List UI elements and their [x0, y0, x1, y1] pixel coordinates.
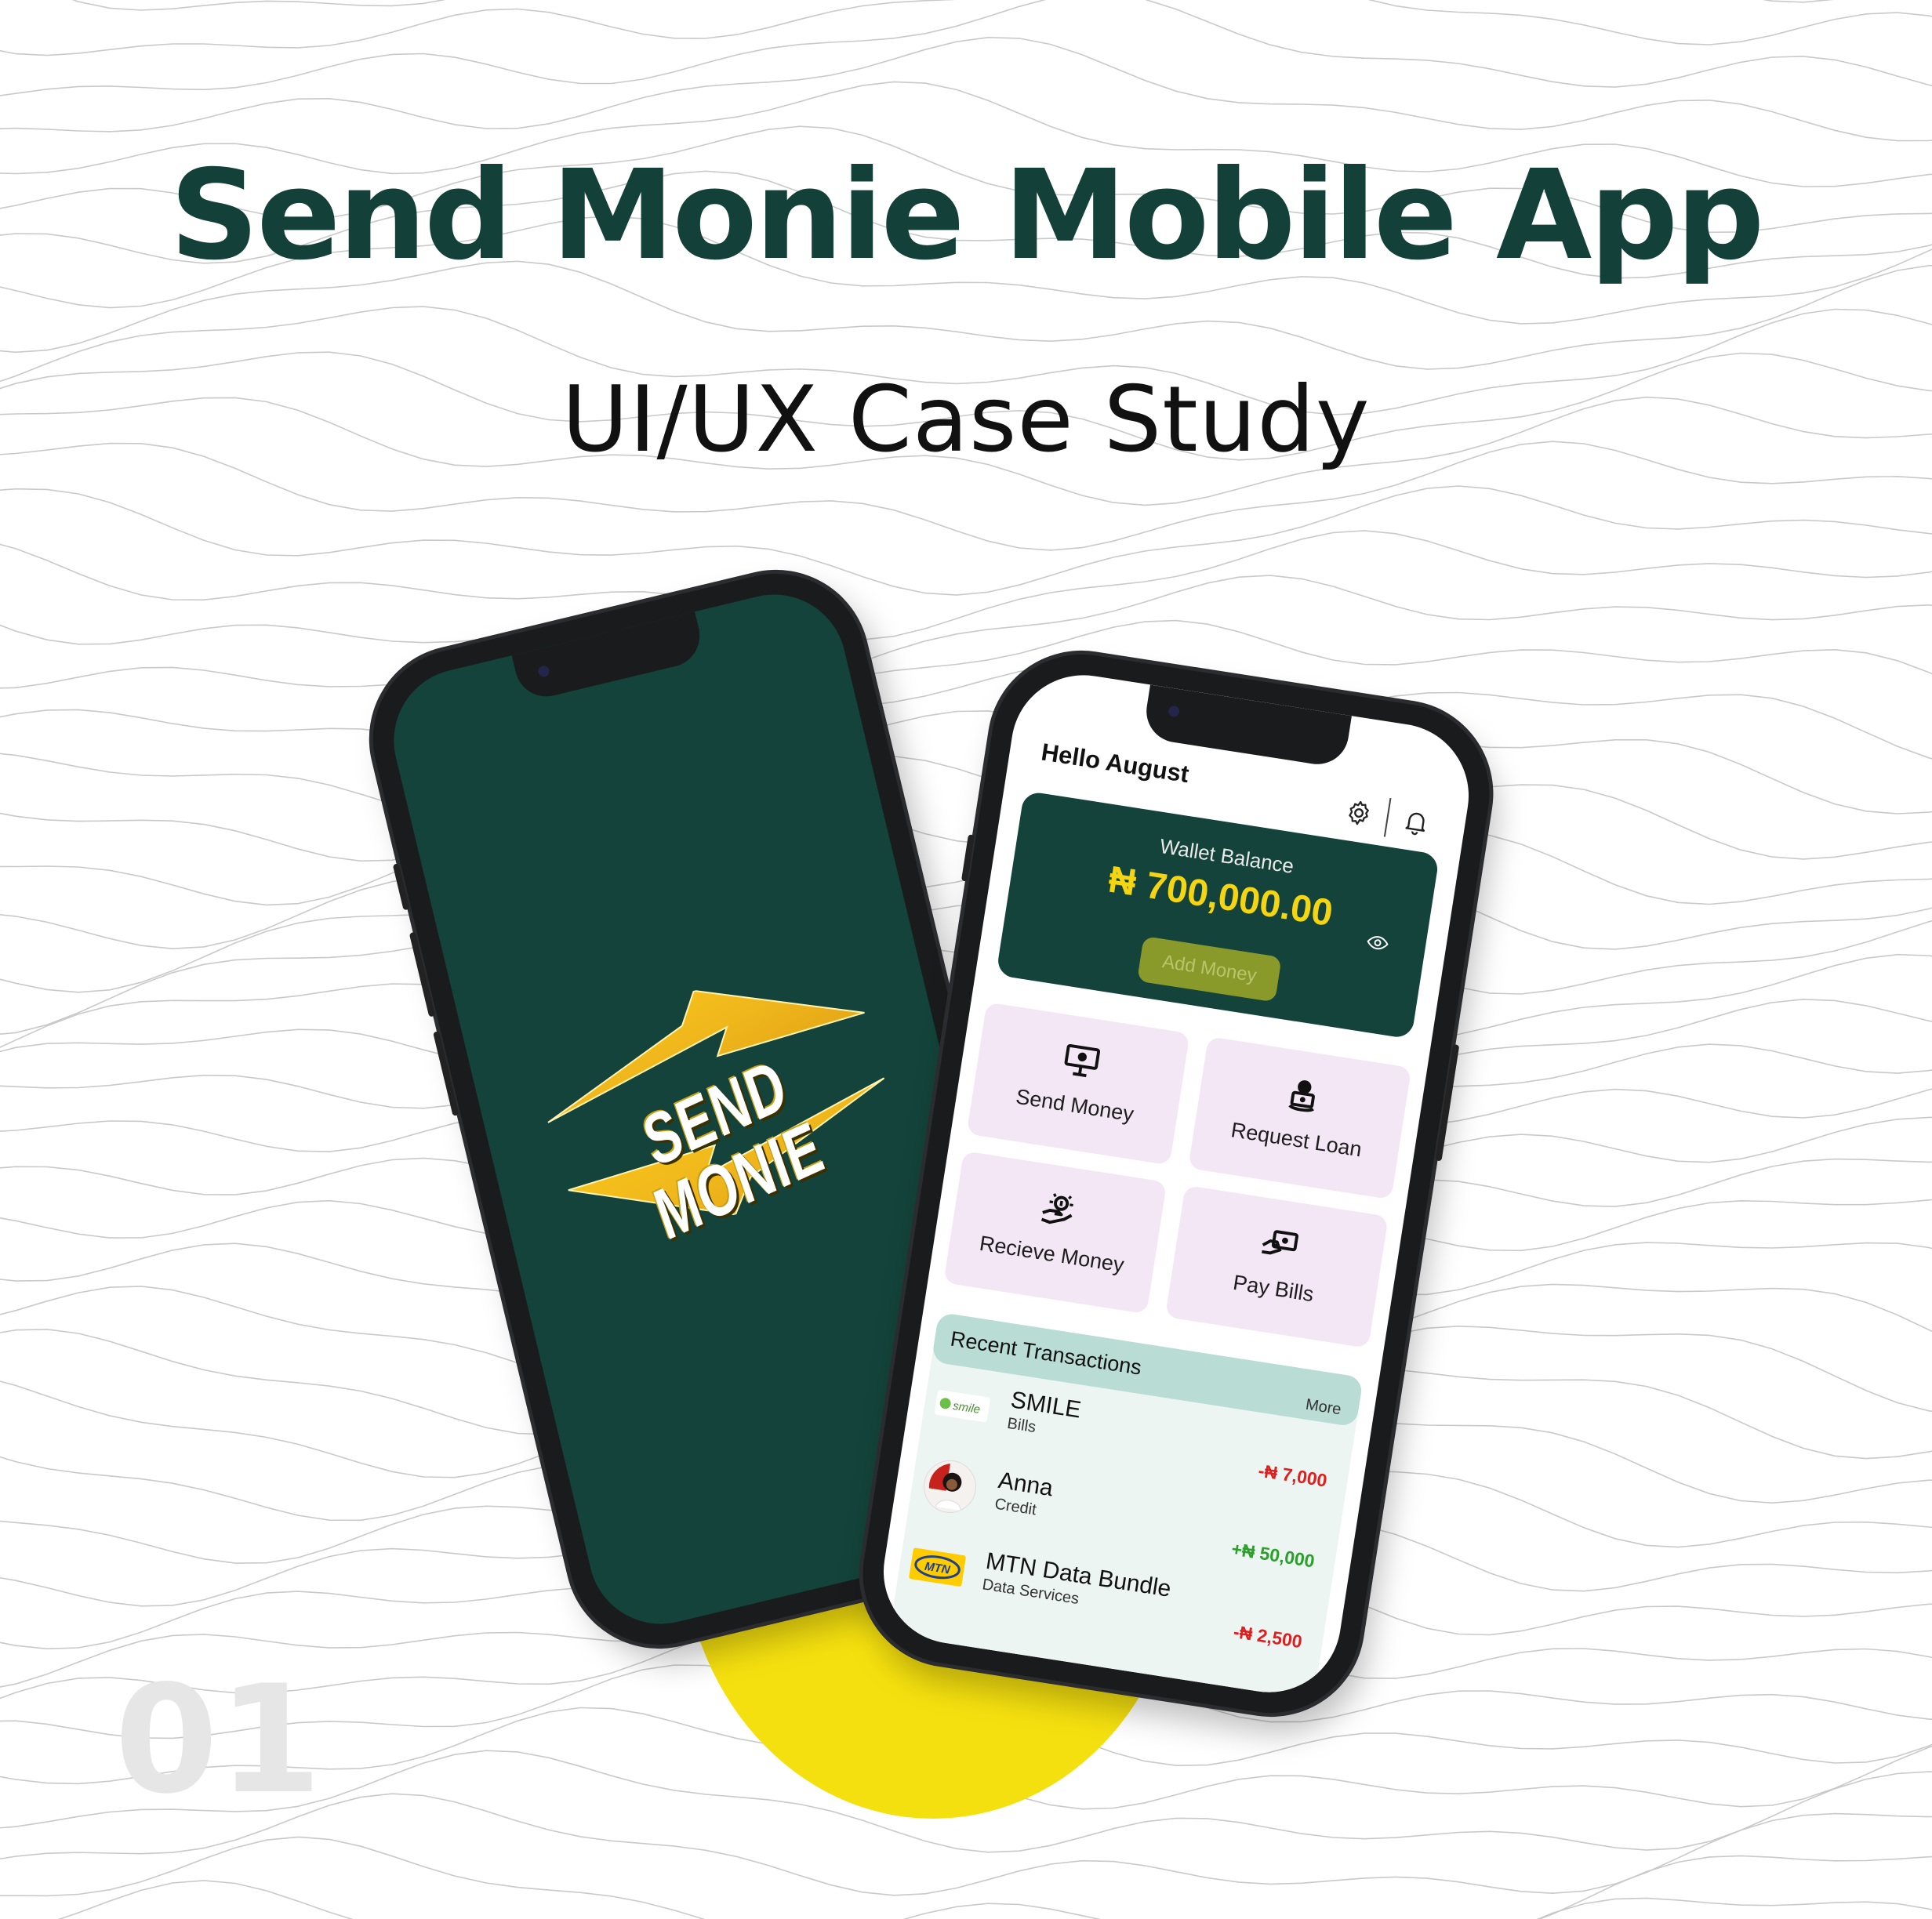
- bell-icon[interactable]: [1400, 806, 1433, 838]
- pay-bills-button[interactable]: Pay Bills: [1164, 1184, 1389, 1348]
- quick-actions-grid: Send Money Request Loan Recieve Money Pa…: [943, 1002, 1412, 1348]
- more-link[interactable]: More: [1304, 1396, 1342, 1420]
- wave-line: [0, 575, 1932, 685]
- icon-divider: [1383, 797, 1392, 837]
- wave-line: [0, 0, 1932, 56]
- recent-transactions-panel: Recent Transactions More smile SMILE Bil…: [888, 1311, 1364, 1703]
- top-icons: [1342, 792, 1433, 843]
- phone-notch: [1142, 684, 1352, 769]
- wave-line: [57, 1880, 1932, 1919]
- transaction-amount: +₦ 50,000: [1229, 1538, 1316, 1572]
- wave-line: [0, 485, 1932, 596]
- page-subtitle: UI/UX Case Study: [561, 367, 1371, 473]
- smile-logo-icon: smile: [934, 1390, 990, 1423]
- action-label: Request Loan: [1229, 1118, 1364, 1162]
- transaction-amount: -₦ 2,500: [1232, 1621, 1304, 1652]
- camera-icon: [1168, 705, 1181, 718]
- eye-icon[interactable]: [1364, 930, 1391, 956]
- receive-money-button[interactable]: Recieve Money: [943, 1151, 1168, 1315]
- wave-line: [0, 619, 1932, 730]
- action-label: Send Money: [1014, 1084, 1135, 1126]
- page-number: 01: [114, 1653, 322, 1826]
- mtn-logo-icon: MTN: [909, 1547, 966, 1587]
- send-monie-logo: SEND MONIE: [511, 949, 923, 1256]
- transaction-type: Bills: [1006, 1414, 1037, 1437]
- camera-icon: [537, 664, 550, 678]
- wave-line: [0, 710, 1932, 818]
- greeting-text: Hello August: [1039, 738, 1191, 789]
- wave-line: [71, 0, 1834, 11]
- request-loan-icon: [1288, 1080, 1315, 1112]
- receive-money-icon: [1040, 1193, 1073, 1224]
- send-money-icon: [1064, 1043, 1101, 1078]
- wave-line: [0, 530, 1932, 640]
- wave-line: [0, 0, 1932, 96]
- add-money-button[interactable]: Add Money: [1136, 935, 1282, 1003]
- pay-bills-icon: [1262, 1230, 1298, 1255]
- transaction-amount: -₦ 7,000: [1257, 1460, 1329, 1491]
- action-label: Recieve Money: [978, 1231, 1126, 1277]
- avatar: [923, 1460, 976, 1513]
- send-money-button[interactable]: Send Money: [966, 1002, 1190, 1166]
- request-loan-button[interactable]: Request Loan: [1188, 1036, 1412, 1200]
- wave-line: [0, 36, 1932, 142]
- gear-icon[interactable]: [1343, 797, 1375, 829]
- page-title: Send Monie Mobile App: [169, 143, 1765, 288]
- action-label: Pay Bills: [1231, 1270, 1316, 1307]
- wave-line: [0, 665, 1932, 774]
